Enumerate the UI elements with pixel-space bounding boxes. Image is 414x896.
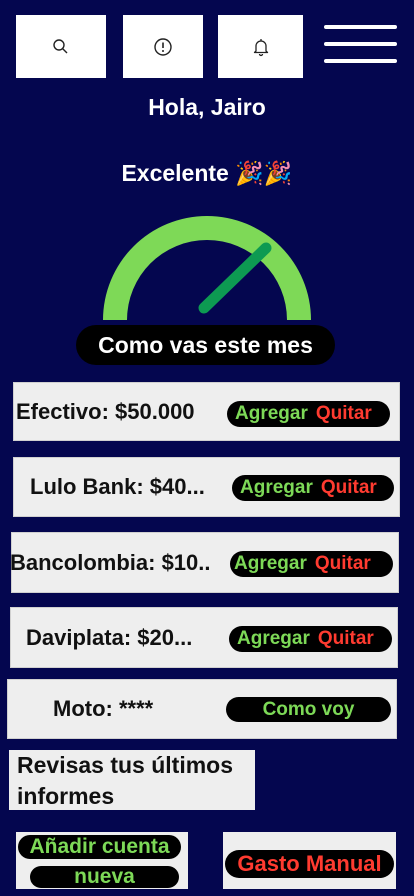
alert-icon <box>154 37 172 56</box>
remove-button[interactable]: Quitar <box>315 553 371 575</box>
add-account-line1: Añadir cuenta <box>18 835 181 859</box>
search-button[interactable] <box>16 15 106 78</box>
account-card-lulo: Lulo Bank: $40... Agregar Quitar <box>13 457 400 517</box>
account-actions: Agregar Quitar <box>232 475 394 501</box>
remove-button[interactable]: Quitar <box>321 477 377 499</box>
account-label: Bancolombia: $10.. <box>10 549 211 575</box>
account-card-daviplata: Daviplata: $20... Agregar Quitar <box>10 607 398 668</box>
goal-card-moto: Moto: **** Como voy <box>7 679 397 739</box>
status-label: Excelente 🎉🎉 <box>0 160 414 187</box>
account-actions: Agregar Quitar <box>230 551 393 577</box>
add-button[interactable]: Agregar <box>234 553 307 575</box>
add-button[interactable]: Agregar <box>240 477 313 499</box>
remove-button[interactable]: Quitar <box>318 628 374 650</box>
add-button[interactable]: Agregar <box>235 403 308 425</box>
account-label: Efectivo: $50.000 <box>16 398 195 424</box>
status-text: Excelente <box>121 160 229 186</box>
menu-icon[interactable] <box>324 22 397 70</box>
account-actions: Agregar Quitar <box>229 626 392 652</box>
gauge-needle <box>198 242 272 314</box>
reports-link[interactable]: Revisas tus últimos informes <box>9 750 255 810</box>
account-label: Daviplata: $20... <box>26 624 193 650</box>
manual-expense-label: Gasto Manual <box>225 850 394 878</box>
monthly-gauge <box>103 216 311 320</box>
remove-button[interactable]: Quitar <box>316 403 372 425</box>
notifications-button[interactable] <box>218 15 303 78</box>
search-icon <box>53 38 68 53</box>
manual-expense-button[interactable]: Gasto Manual <box>223 832 396 889</box>
add-account-line2: nueva <box>30 865 179 888</box>
greeting: Hola, Jairo <box>148 94 266 120</box>
add-account-button[interactable]: Añadir cuenta nueva <box>16 832 188 889</box>
bell-icon <box>253 38 268 56</box>
goal-progress-button[interactable]: Como voy <box>226 697 391 722</box>
account-label: Lulo Bank: $40... <box>30 474 205 499</box>
account-card-efectivo: Efectivo: $50.000 Agregar Quitar <box>13 382 400 441</box>
party-emoji: 🎉🎉 <box>235 160 293 186</box>
alert-button[interactable] <box>123 15 203 78</box>
goal-label: Moto: **** <box>53 696 154 721</box>
monthly-progress-caption: Como vas este mes <box>76 325 335 365</box>
account-card-bancolombia: Bancolombia: $10.. Agregar Quitar <box>10 532 399 593</box>
add-button[interactable]: Agregar <box>237 628 310 650</box>
account-actions: Agregar Quitar <box>227 401 390 427</box>
